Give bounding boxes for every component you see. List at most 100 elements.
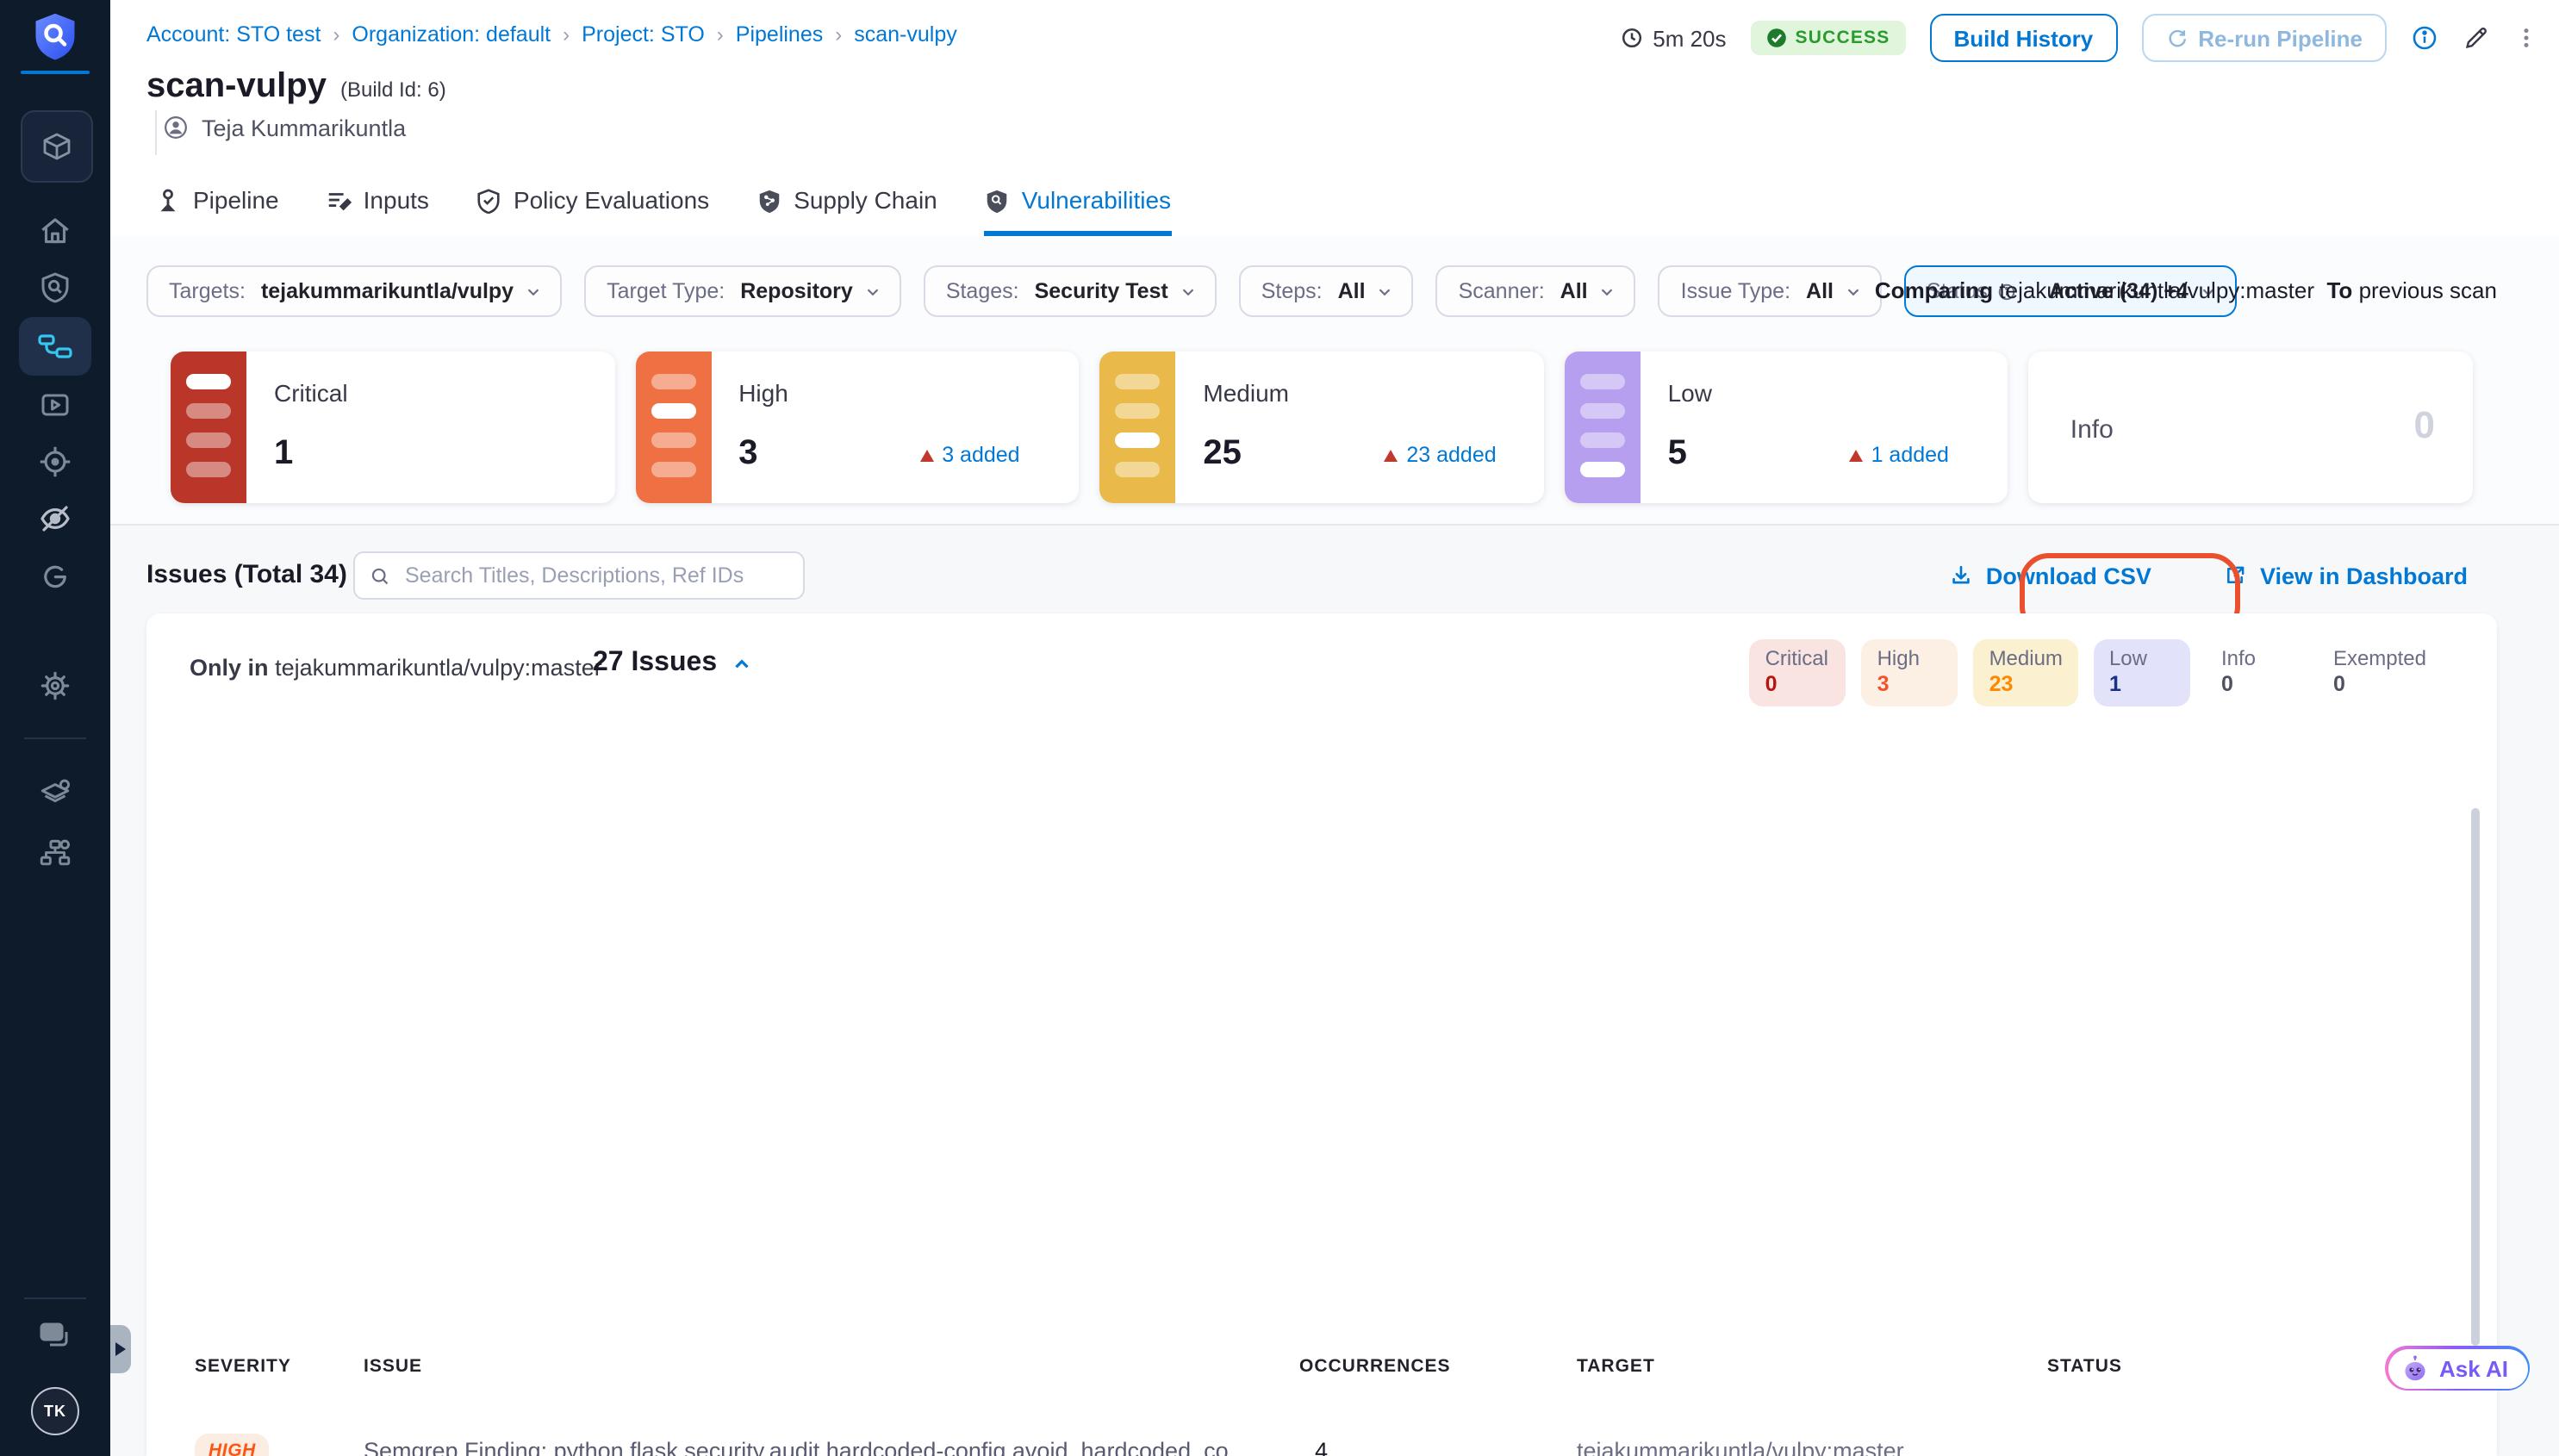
- filter-stages[interactable]: Stages:Security Test: [924, 265, 1217, 317]
- download-icon: [1950, 563, 1974, 588]
- tab-pipeline[interactable]: Pipeline: [155, 186, 279, 236]
- added-delta: 3 added: [919, 443, 1019, 467]
- chip-exempted[interactable]: Exempted0: [2318, 639, 2442, 706]
- issues-zone: Issues (Total 34) Download CSV View in D…: [110, 524, 2559, 1456]
- severity-card-high[interactable]: High 3 3 added: [635, 352, 1079, 503]
- occurrences: 4: [1315, 1438, 1328, 1456]
- app-root: ? TK Account: STO test › Organization: d…: [0, 0, 2559, 1456]
- nav-divider: [24, 737, 86, 739]
- issue-row[interactable]: HIGH Semgrep Finding: python.flask.secur…: [146, 1406, 2497, 1456]
- col-occurrences: OCCURRENCES: [1299, 1356, 1451, 1377]
- status-badge: SUCCESS: [1751, 21, 1906, 55]
- screenshot-stage: ? TK Account: STO test › Organization: d…: [0, 0, 2559, 1456]
- title-row: scan-vulpy (Build Id: 6): [146, 67, 446, 107]
- chevron-down-icon: [1376, 282, 1395, 301]
- filter-scanner[interactable]: Scanner:All: [1436, 265, 1636, 317]
- ask-ai-button[interactable]: Ask AI: [2385, 1346, 2530, 1391]
- search-input[interactable]: [402, 562, 789, 589]
- severity-chips: Critical0 High3 Medium23 Low1 Info0 Exem…: [1750, 639, 2442, 706]
- edit-pencil-icon[interactable]: [2462, 24, 2490, 52]
- severity-meter-icon: [1565, 352, 1641, 503]
- issues-table-body: HIGH Semgrep Finding: python.flask.secur…: [146, 1406, 2497, 1456]
- header-actions: 5m 20s SUCCESS Build History Re-run Pipe…: [1620, 16, 2538, 60]
- table-scrollbar[interactable]: [2471, 808, 2480, 1346]
- severity-meter-icon: [635, 352, 711, 503]
- filter-target-type[interactable]: Target Type:Repository: [584, 265, 901, 317]
- sto-shield-logo-icon[interactable]: [29, 10, 81, 62]
- getting-started-icon[interactable]: [38, 560, 72, 594]
- col-issue: ISSUE: [364, 1356, 422, 1377]
- col-target: TARGET: [1577, 1356, 1655, 1377]
- chevron-down-icon: [863, 282, 882, 301]
- account-setup-icon[interactable]: [37, 835, 73, 871]
- main-area: Account: STO test › Organization: defaul…: [110, 0, 2559, 1456]
- severity-card-medium[interactable]: Medium 25 23 added: [1099, 352, 1543, 503]
- triangle-up-icon: [919, 449, 933, 461]
- module-selector-cube-icon[interactable]: [21, 110, 93, 183]
- settings-gear-icon[interactable]: [37, 668, 73, 704]
- triggered-by: Teja Kummarikuntla: [162, 114, 406, 141]
- chip-low[interactable]: Low1: [2094, 639, 2190, 706]
- chip-critical[interactable]: Critical0: [1750, 639, 1846, 706]
- page-title: scan-vulpy: [146, 67, 327, 107]
- test-targets-icon[interactable]: [37, 444, 73, 480]
- download-csv-button[interactable]: Download CSV: [1950, 563, 2151, 588]
- home-icon[interactable]: [37, 213, 73, 249]
- tab-policy-evaluations[interactable]: Policy Evaluations: [476, 186, 709, 236]
- exemptions-eye-off-icon[interactable]: [36, 501, 74, 536]
- chevron-right-icon: ›: [333, 22, 339, 47]
- severity-meter-icon: [171, 352, 246, 503]
- nav-divider: [24, 1297, 86, 1299]
- breadcrumb-project[interactable]: Project: STO: [582, 22, 705, 47]
- build-history-button[interactable]: Build History: [1929, 14, 2117, 62]
- project-setup-icon[interactable]: [37, 775, 73, 811]
- issues-group-header: Only in tejakummarikuntla/vulpy:master 2…: [181, 639, 2442, 700]
- chip-medium[interactable]: Medium23: [1974, 639, 2078, 706]
- pipelines-nav-active[interactable]: [19, 317, 91, 376]
- ai-bot-icon: [2400, 1353, 2429, 1383]
- chip-high[interactable]: High3: [1862, 639, 1958, 706]
- kebab-menu-icon[interactable]: [2514, 24, 2538, 52]
- user-avatar[interactable]: TK: [31, 1387, 79, 1435]
- user-name: Teja Kummarikuntla: [202, 115, 406, 140]
- only-in-label: Only in tejakummarikuntla/vulpy:master: [190, 655, 602, 681]
- shield-nodes-icon: [756, 187, 781, 213]
- filter-steps[interactable]: Steps:All: [1239, 265, 1414, 317]
- clock-icon: [1620, 26, 1644, 50]
- tab-supply-chain[interactable]: Supply Chain: [756, 186, 937, 236]
- issue-title: Semgrep Finding: python.flask.security.a…: [364, 1438, 1260, 1456]
- chevron-down-icon: [524, 282, 543, 301]
- severity-card-info[interactable]: Info 0: [2029, 352, 2473, 503]
- chevron-right-icon: ›: [835, 22, 842, 47]
- scans-shield-icon[interactable]: [38, 271, 72, 305]
- comparing-text: Comparing tejakummarikuntla/vulpy:master…: [1875, 277, 2497, 303]
- chip-info[interactable]: Info0: [2206, 639, 2302, 706]
- added-delta: 1 added: [1849, 443, 1949, 467]
- severity-card-low[interactable]: Low 5 1 added: [1565, 352, 2008, 503]
- divider: [155, 110, 157, 155]
- tab-vulnerabilities[interactable]: Vulnerabilities: [984, 186, 1171, 236]
- sidebar-expander[interactable]: [110, 1325, 131, 1373]
- group-issue-count[interactable]: 27 Issues: [593, 648, 753, 679]
- added-delta: 23 added: [1384, 443, 1496, 467]
- view-in-dashboard-button[interactable]: View in Dashboard: [2224, 563, 2468, 588]
- filter-issue-type[interactable]: Issue Type:All: [1659, 265, 1882, 317]
- shield-search-icon: [984, 187, 1010, 213]
- external-link-icon: [2224, 563, 2248, 588]
- severity-card-critical[interactable]: Critical 1: [171, 352, 614, 503]
- executions-icon[interactable]: [37, 388, 73, 422]
- filter-targets[interactable]: Targets:tejakummarikuntla/vulpy: [146, 265, 562, 317]
- check-circle-icon: [1766, 28, 1787, 48]
- issues-search[interactable]: [353, 551, 805, 600]
- triangle-up-icon: [1849, 449, 1863, 461]
- col-status: STATUS: [2047, 1356, 2122, 1377]
- breadcrumb-account[interactable]: Account: STO test: [146, 22, 321, 47]
- breadcrumb-pipelines[interactable]: Pipelines: [736, 22, 823, 47]
- shield-check-icon: [476, 187, 501, 213]
- info-icon[interactable]: [2411, 24, 2438, 52]
- breadcrumb-pipeline-name[interactable]: scan-vulpy: [854, 22, 957, 47]
- tab-inputs[interactable]: Inputs: [326, 186, 429, 236]
- rerun-pipeline-button[interactable]: Re-run Pipeline: [2141, 14, 2387, 62]
- help-chat-icon[interactable]: ?: [36, 1318, 74, 1353]
- breadcrumb-org[interactable]: Organization: default: [352, 22, 551, 47]
